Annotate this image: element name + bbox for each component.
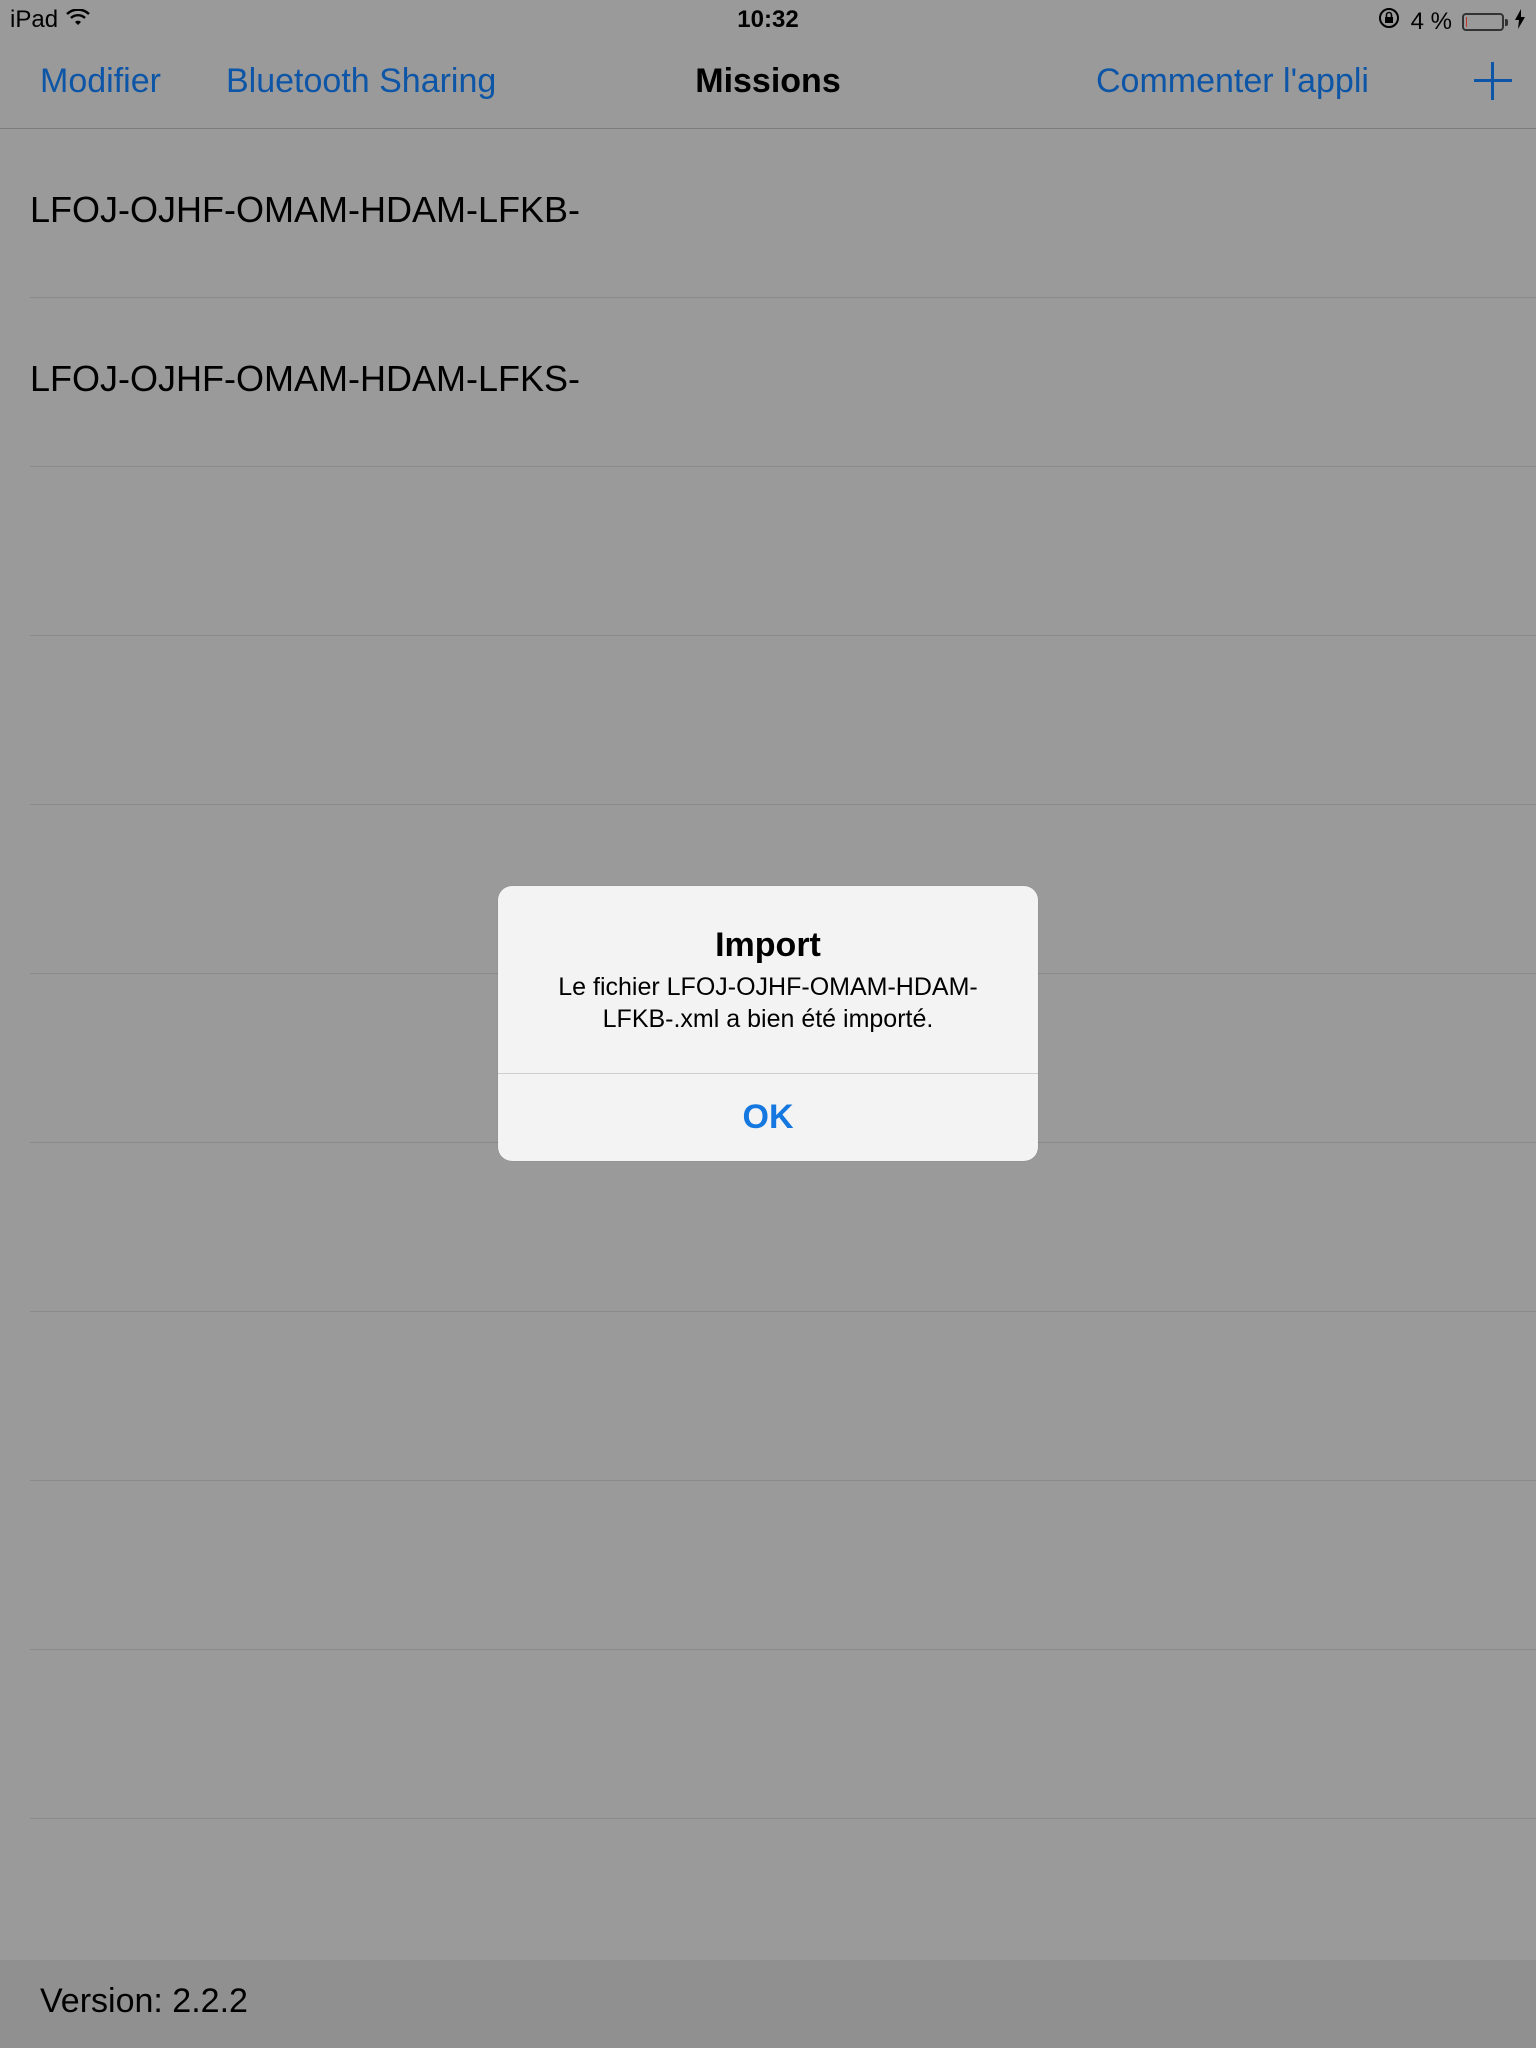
plus-icon[interactable] <box>1474 62 1512 100</box>
ok-button[interactable]: OK <box>498 1074 1038 1161</box>
list-item[interactable] <box>30 1143 1536 1312</box>
screen: iPad 10:32 4 % Modifier Bluetooth Sharin… <box>0 0 1536 2048</box>
rate-app-button[interactable]: Commenter l'appli <box>1096 62 1369 101</box>
alert-body: Import Le fichier LFOJ-OJHF-OMAM-HDAM-LF… <box>498 886 1038 1073</box>
list-item[interactable]: LFOJ-OJHF-OMAM-HDAM-LFKS- <box>30 298 1536 467</box>
charging-icon <box>1514 8 1526 36</box>
import-alert: Import Le fichier LFOJ-OJHF-OMAM-HDAM-LF… <box>498 886 1038 1161</box>
battery-level <box>1466 16 1467 27</box>
status-right: 4 % <box>1377 6 1526 37</box>
battery-percent: 4 % <box>1410 7 1452 35</box>
list-item[interactable] <box>30 1312 1536 1481</box>
footer: Version: 2.2.2 <box>0 1960 1536 2048</box>
mission-label: LFOJ-OJHF-OMAM-HDAM-LFKB- <box>30 189 580 230</box>
status-time: 10:32 <box>737 6 799 33</box>
rotation-lock-icon <box>1377 6 1401 37</box>
status-bar: iPad 10:32 4 % <box>0 0 1536 40</box>
list-item[interactable] <box>30 636 1536 805</box>
navigation-bar: Modifier Bluetooth Sharing Missions Comm… <box>0 40 1536 129</box>
mission-label: LFOJ-OJHF-OMAM-HDAM-LFKS- <box>30 358 580 399</box>
list-item[interactable] <box>30 1650 1536 1819</box>
alert-message: Le fichier LFOJ-OJHF-OMAM-HDAM-LFKB-.xml… <box>558 973 978 1033</box>
battery-icon <box>1462 12 1508 31</box>
list-item[interactable] <box>30 1481 1536 1650</box>
alert-title: Import <box>715 926 821 964</box>
version-label: Version: 2.2.2 <box>40 1982 248 2020</box>
list-item[interactable] <box>30 467 1536 636</box>
list-item[interactable]: LFOJ-OJHF-OMAM-HDAM-LFKB- <box>30 129 1536 298</box>
